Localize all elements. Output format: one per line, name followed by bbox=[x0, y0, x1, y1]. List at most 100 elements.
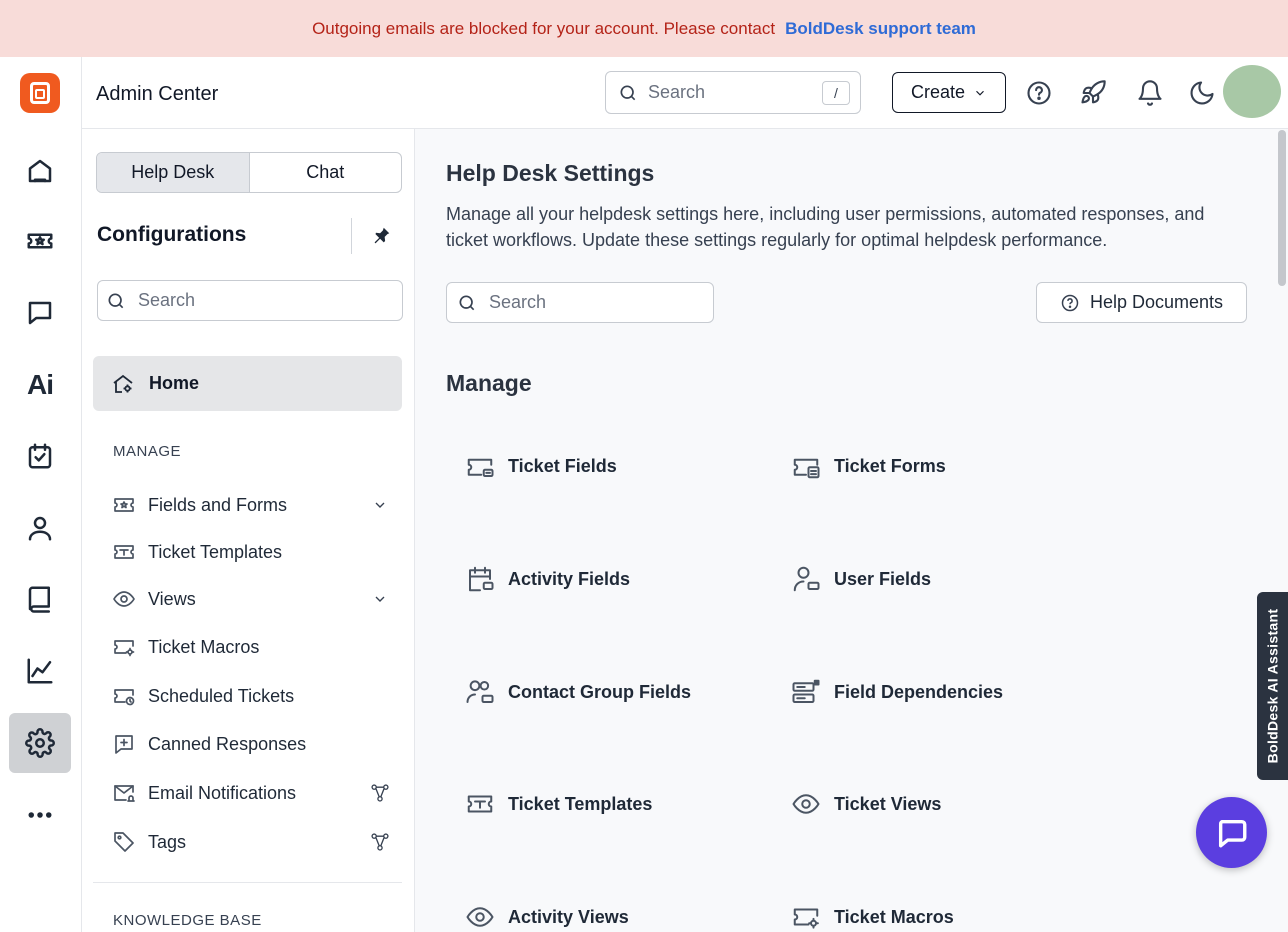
rail-tasks[interactable] bbox=[9, 426, 71, 486]
chat-bubble-icon bbox=[1218, 819, 1246, 847]
panel-title: Configurations bbox=[97, 223, 247, 246]
main-scrollbar[interactable] bbox=[1278, 130, 1286, 286]
tab-help-desk[interactable]: Help Desk bbox=[97, 153, 250, 192]
home-icon bbox=[28, 159, 52, 183]
ticket-forms-icon bbox=[793, 458, 820, 479]
reports-icon bbox=[27, 658, 53, 684]
scheduled-ticket-icon bbox=[114, 689, 135, 706]
card-label: Ticket Views bbox=[834, 793, 942, 814]
search-placeholder: Search bbox=[648, 82, 706, 102]
create-label: Create bbox=[910, 82, 966, 102]
rail-knowledge-base[interactable] bbox=[9, 569, 71, 629]
nav-label: Ticket Templates bbox=[148, 541, 283, 562]
ai-icon: Ai bbox=[27, 369, 54, 400]
card-activity-views[interactable]: Activity Views bbox=[465, 899, 629, 932]
card-label: Contact Group Fields bbox=[508, 681, 692, 702]
settings-description: Manage all your helpdesk settings here, … bbox=[446, 204, 1205, 250]
rail-ai[interactable]: Ai bbox=[9, 355, 71, 415]
help-button[interactable] bbox=[1025, 79, 1053, 107]
dark-mode-toggle[interactable] bbox=[1188, 79, 1216, 107]
section-manage: MANAGE bbox=[113, 443, 182, 460]
workflow-icon bbox=[371, 833, 389, 851]
nav-tags[interactable]: Tags bbox=[112, 826, 392, 858]
support-team-link[interactable]: BoldDesk support team bbox=[785, 19, 976, 39]
card-label: Ticket Forms bbox=[834, 455, 946, 476]
card-label: Ticket Templates bbox=[508, 793, 653, 814]
home-settings-icon bbox=[113, 374, 133, 393]
settings-search-input[interactable]: Search bbox=[446, 282, 714, 323]
help-documents-button[interactable]: Help Documents bbox=[1036, 282, 1247, 323]
nav-home-label: Home bbox=[149, 373, 200, 393]
page-title: Admin Center bbox=[96, 83, 219, 105]
rail-reports[interactable] bbox=[9, 641, 71, 701]
rail-chat[interactable] bbox=[9, 283, 71, 343]
notifications-button[interactable] bbox=[1136, 79, 1164, 107]
banner-message: Outgoing emails are blocked for your acc… bbox=[312, 18, 776, 38]
moon-icon bbox=[1190, 81, 1214, 105]
ticket-macro-icon bbox=[793, 908, 819, 929]
card-field-dependencies[interactable]: Field Dependencies bbox=[791, 674, 1003, 710]
nav-ticket-macros[interactable]: Ticket Macros bbox=[112, 631, 392, 663]
nav-canned-responses[interactable]: Canned Responses bbox=[112, 728, 392, 760]
nav-label: Ticket Macros bbox=[148, 636, 260, 657]
search-placeholder: Search bbox=[489, 292, 547, 312]
card-ticket-templates[interactable]: Ticket Templates bbox=[465, 786, 652, 822]
rail-contacts[interactable] bbox=[9, 498, 71, 558]
chevron-down-icon bbox=[976, 90, 984, 96]
nav-scheduled-tickets[interactable]: Scheduled Tickets bbox=[112, 680, 392, 712]
activity-fields-icon bbox=[469, 566, 494, 592]
divider bbox=[93, 882, 402, 883]
ticket-star-icon bbox=[114, 498, 134, 512]
nav-views[interactable]: Views bbox=[112, 583, 392, 615]
ticket-template-icon bbox=[114, 545, 134, 559]
card-label: Field Dependencies bbox=[834, 681, 1004, 702]
main-content: Help Desk Settings Manage all your helpd… bbox=[415, 129, 1288, 932]
card-label: User Fields bbox=[834, 568, 932, 589]
nav-email-notifications[interactable]: Email Notifications bbox=[112, 777, 392, 809]
ticket-fields-icon bbox=[467, 458, 494, 477]
nav-home[interactable]: Home bbox=[93, 356, 402, 411]
rocket-icon bbox=[1081, 80, 1106, 104]
chevron-down-icon[interactable] bbox=[372, 591, 388, 607]
nav-label: Fields and Forms bbox=[148, 494, 288, 515]
rail-settings[interactable] bbox=[9, 713, 71, 773]
configurations-panel: Help Desk Chat Configurations Search Hom… bbox=[82, 129, 415, 932]
top-header: Admin Center Search / Create bbox=[82, 57, 1288, 129]
product-switcher: Help Desk Chat bbox=[96, 152, 402, 193]
card-label: Activity Fields bbox=[508, 568, 631, 589]
rail-more[interactable] bbox=[9, 785, 71, 845]
ai-assistant-label: BoldDesk AI Assistant bbox=[1264, 608, 1281, 764]
ai-assistant-tab[interactable]: BoldDesk AI Assistant bbox=[1257, 592, 1288, 780]
ticket-macro-icon bbox=[114, 640, 135, 657]
card-label: Activity Views bbox=[508, 906, 629, 927]
settings-title: Help Desk Settings bbox=[446, 160, 655, 186]
card-activity-fields[interactable]: Activity Fields bbox=[465, 561, 630, 597]
nav-label: Scheduled Tickets bbox=[148, 685, 295, 706]
eye-icon bbox=[113, 591, 135, 607]
card-ticket-views[interactable]: Ticket Views bbox=[791, 786, 941, 822]
card-contact-group-fields[interactable]: Contact Group Fields bbox=[465, 674, 691, 710]
more-icon bbox=[28, 812, 52, 818]
tab-chat[interactable]: Chat bbox=[250, 153, 402, 192]
getting-started-button[interactable] bbox=[1079, 79, 1107, 107]
chevron-down-icon[interactable] bbox=[372, 497, 388, 513]
pin-button[interactable] bbox=[370, 225, 392, 247]
rail-home[interactable] bbox=[9, 141, 71, 201]
contacts-icon bbox=[28, 516, 52, 541]
nav-ticket-templates[interactable]: Ticket Templates bbox=[112, 536, 392, 568]
create-button[interactable]: Create bbox=[892, 72, 1006, 113]
card-ticket-macros[interactable]: Ticket Macros bbox=[791, 899, 954, 932]
nav-fields-and-forms[interactable]: Fields and Forms bbox=[112, 489, 392, 521]
bolddesk-logo[interactable] bbox=[20, 73, 60, 113]
global-search-input[interactable]: Search / bbox=[605, 71, 861, 114]
card-ticket-fields[interactable]: Ticket Fields bbox=[465, 448, 617, 484]
rail-tickets[interactable] bbox=[9, 211, 71, 271]
card-ticket-forms[interactable]: Ticket Forms bbox=[791, 448, 946, 484]
help-icon bbox=[1027, 81, 1051, 105]
avatar[interactable] bbox=[1223, 65, 1281, 118]
card-user-fields[interactable]: User Fields bbox=[791, 561, 931, 597]
chat-widget-button[interactable] bbox=[1196, 797, 1267, 868]
manage-heading: Manage bbox=[446, 370, 532, 396]
configurations-search-input[interactable]: Search bbox=[97, 280, 403, 321]
settings-icon bbox=[25, 728, 55, 758]
